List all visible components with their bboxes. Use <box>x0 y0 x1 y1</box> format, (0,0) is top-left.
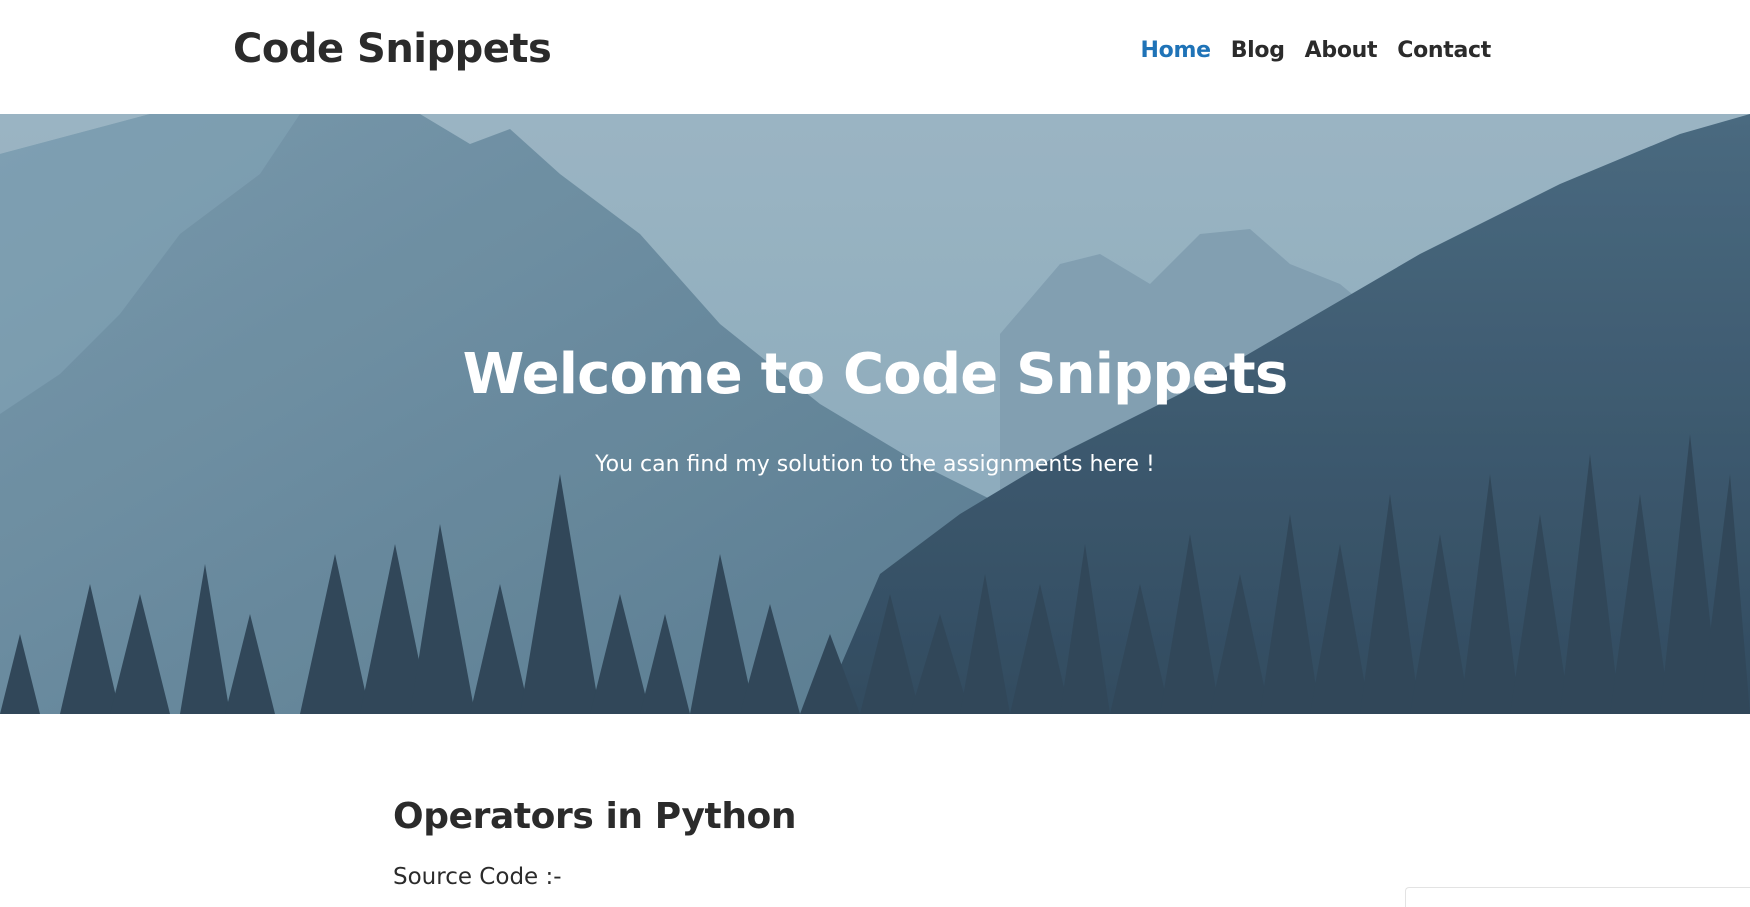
post-title: Operators in Python <box>393 796 797 837</box>
site-header: Code Snippets Home Blog About Contact <box>0 0 1750 114</box>
nav-item-home: Home <box>1141 38 1211 63</box>
nav-link-about[interactable]: About <box>1305 38 1378 63</box>
nav-link-blog[interactable]: Blog <box>1231 38 1285 63</box>
hero-banner: Welcome to Code Snippets You can find my… <box>0 114 1750 714</box>
main-nav: Home Blog About Contact <box>1141 38 1492 63</box>
nav-link-home[interactable]: Home <box>1141 38 1211 63</box>
hero-title: Welcome to Code Snippets <box>462 342 1289 407</box>
source-code-label: Source Code :- <box>393 864 562 890</box>
site-title-link[interactable]: Code Snippets <box>233 26 552 72</box>
mountain-forest-background <box>0 114 1750 714</box>
nav-item-blog: Blog <box>1231 38 1285 63</box>
nav-link-contact[interactable]: Contact <box>1397 38 1491 63</box>
nav-item-about: About <box>1305 38 1378 63</box>
corner-widget <box>1405 887 1750 907</box>
hero-subtitle: You can find my solution to the assignme… <box>595 452 1155 477</box>
nav-item-contact: Contact <box>1397 38 1491 63</box>
